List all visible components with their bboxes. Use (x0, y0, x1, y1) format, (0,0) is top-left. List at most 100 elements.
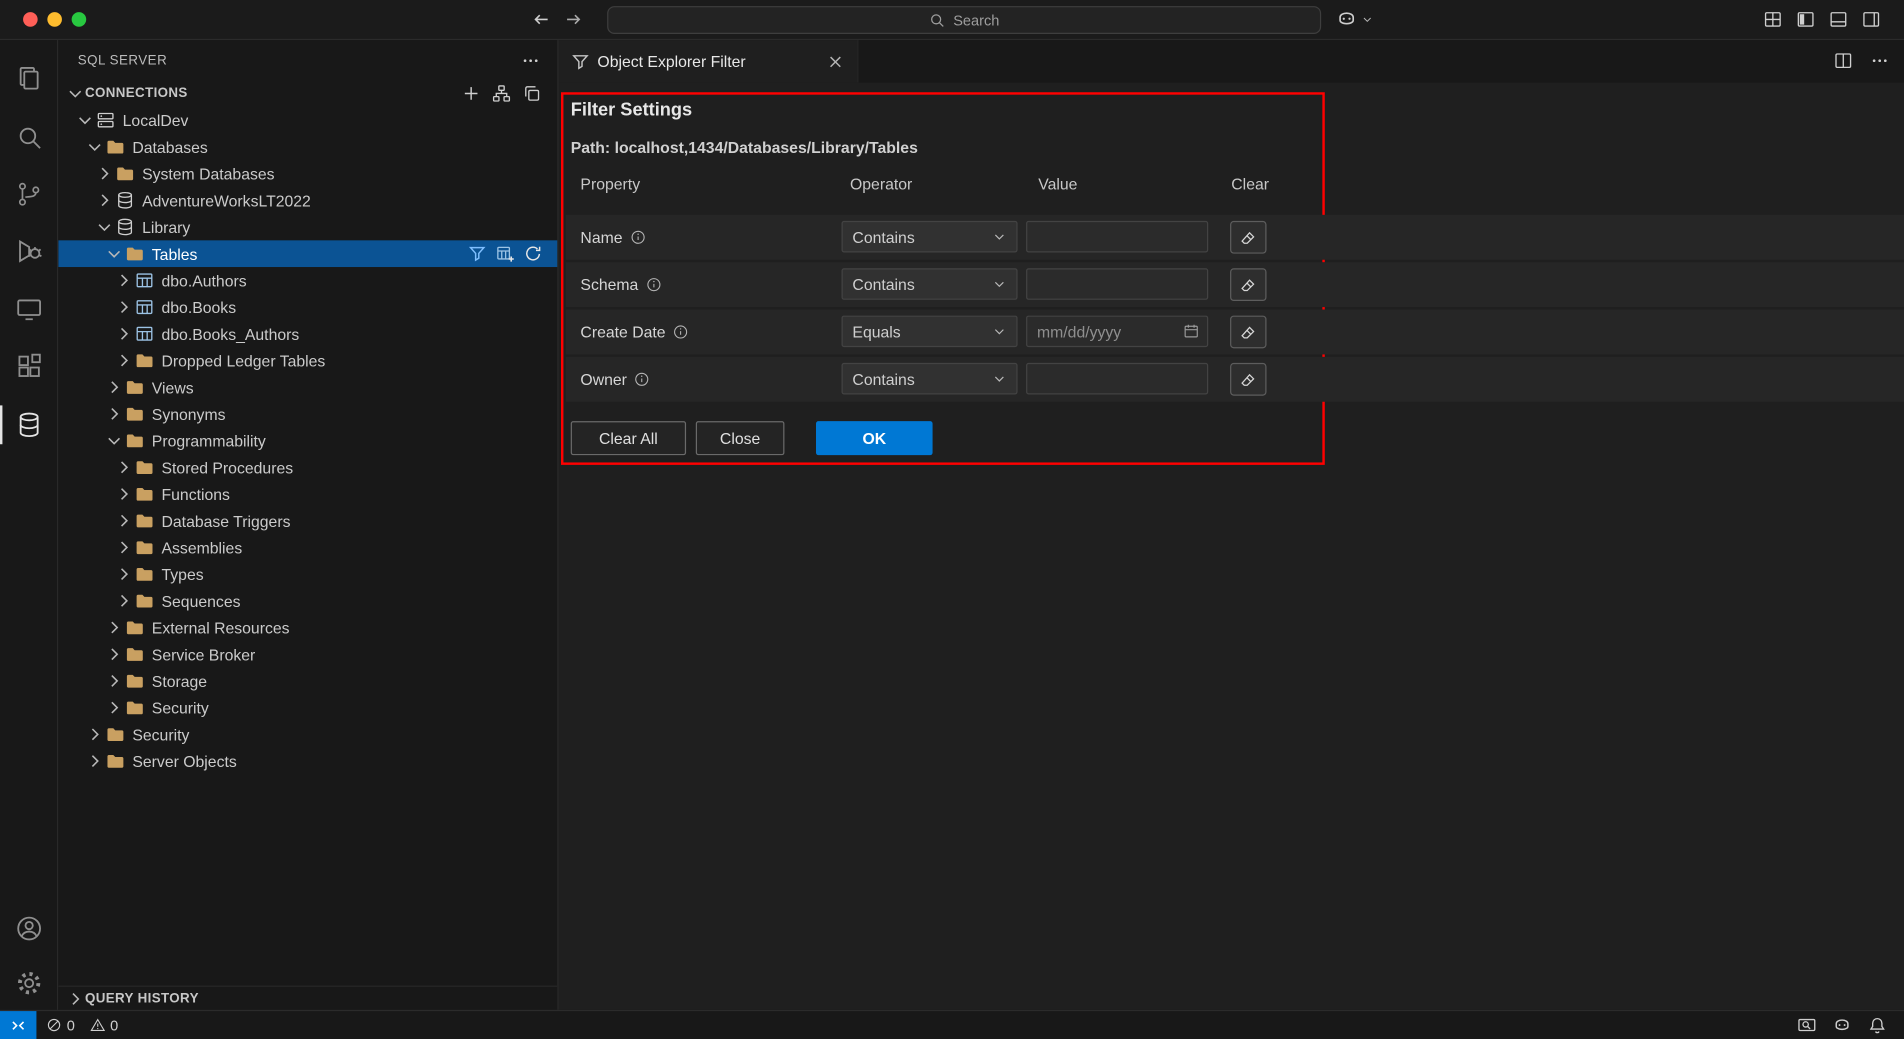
tree-item-storage[interactable]: Storage (58, 668, 557, 695)
tree-item-dropped-ledger-tables[interactable]: Dropped Ledger Tables (58, 347, 557, 374)
chevron-right-icon (114, 591, 133, 610)
tree-item-label: Stored Procedures (162, 458, 294, 476)
bell-icon[interactable] (1868, 1015, 1887, 1034)
tree-item-stored-procedures[interactable]: Stored Procedures (58, 454, 557, 481)
operator-select[interactable]: Contains (842, 221, 1018, 253)
tree-item-external-resources[interactable]: External Resources (58, 614, 557, 641)
activity-item-run-debug[interactable] (0, 227, 58, 276)
tree-item-label: Functions (162, 485, 230, 503)
split-editor-icon[interactable] (1834, 51, 1853, 70)
clear-row-button[interactable] (1230, 221, 1266, 254)
panel-left-icon[interactable] (1796, 10, 1815, 29)
close-window-button[interactable] (23, 12, 38, 27)
activity-item-sql-server[interactable] (0, 401, 58, 450)
tree-item-security[interactable]: Security (58, 694, 557, 721)
operator-select[interactable]: Contains (842, 268, 1018, 300)
value-input[interactable] (1026, 363, 1208, 395)
activity-item-explorer[interactable] (0, 55, 58, 104)
activity-item-remote-explorer[interactable] (0, 285, 58, 334)
info-icon[interactable] (673, 324, 689, 340)
remote-indicator[interactable] (0, 1011, 36, 1039)
tree-item-adventureworkslt2022[interactable]: AdventureWorksLT2022 (58, 187, 557, 214)
column-value: Value (1038, 175, 1077, 193)
tree-item-localdev[interactable]: LocalDev (58, 107, 557, 134)
panel-bottom-icon[interactable] (1829, 10, 1848, 29)
copilot-icon[interactable] (1832, 1015, 1851, 1034)
operator-select[interactable]: Contains (842, 363, 1018, 395)
tree-item-views[interactable]: Views (58, 374, 557, 401)
tree-item-server-objects[interactable]: Server Objects (58, 748, 557, 775)
tree-item-library[interactable]: Library (58, 214, 557, 241)
close-button[interactable]: Close (696, 421, 785, 455)
tab-object-explorer-filter[interactable]: Object Explorer Filter (559, 40, 859, 82)
folder-icon (135, 458, 154, 477)
problems-indicator[interactable]: 0 0 (46, 1017, 118, 1034)
tree-item-synonyms[interactable]: Synonyms (58, 401, 557, 428)
copilot-icon (1336, 8, 1358, 30)
tree-item-database-triggers[interactable]: Database Triggers (58, 507, 557, 534)
search-input[interactable]: Search (607, 6, 1321, 34)
tree-item-sequences[interactable]: Sequences (58, 587, 557, 614)
activity-item-search[interactable] (0, 113, 58, 162)
column-property: Property (580, 175, 640, 193)
tree-item-databases[interactable]: Databases (58, 134, 557, 161)
forward-icon[interactable] (563, 10, 582, 29)
customize-layout-icon[interactable] (1763, 10, 1782, 29)
connection-groups-icon[interactable] (492, 84, 511, 103)
connections-section-header[interactable]: CONNECTIONS (58, 80, 557, 107)
activity-item-accounts[interactable] (0, 904, 58, 953)
new-table-icon[interactable] (495, 244, 514, 263)
tree-item-service-broker[interactable]: Service Broker (58, 641, 557, 668)
tree-item-assemblies[interactable]: Assemblies (58, 534, 557, 561)
tree-item-label: Server Objects (132, 752, 236, 770)
folder-icon (125, 698, 144, 717)
minimize-window-button[interactable] (47, 12, 62, 27)
tree-item-programmability[interactable]: Programmability (58, 427, 557, 454)
operator-select[interactable]: Equals (842, 316, 1018, 348)
tree-item-label: System Databases (142, 164, 274, 182)
clear-all-button[interactable]: Clear All (571, 421, 686, 455)
tree-item-tables[interactable]: Tables (58, 240, 557, 267)
info-icon[interactable] (630, 229, 646, 245)
new-connection-group-icon[interactable] (522, 84, 541, 103)
value-input[interactable] (1026, 221, 1208, 253)
copilot-menu[interactable] (1336, 8, 1374, 30)
clear-row-button[interactable] (1230, 268, 1266, 301)
tree-item-system-databases[interactable]: System Databases (58, 160, 557, 187)
activity-item-source-control[interactable] (0, 170, 58, 219)
clear-row-button[interactable] (1230, 363, 1266, 396)
tree-item-label: Database Triggers (162, 512, 291, 530)
tree-item-dbo-authors[interactable]: dbo.Authors (58, 267, 557, 294)
more-actions-icon[interactable] (521, 50, 540, 69)
panel-right-icon[interactable] (1862, 10, 1881, 29)
tree-item-label: dbo.Books_Authors (162, 325, 300, 343)
activity-item-extensions[interactable] (0, 342, 58, 391)
filter-icon[interactable] (468, 244, 487, 263)
tree-item-types[interactable]: Types (58, 561, 557, 588)
tree-item-dbo-books-authors[interactable]: dbo.Books_Authors (58, 320, 557, 347)
screen-zoom-icon[interactable] (1797, 1015, 1816, 1034)
panel-title: Filter Settings (571, 100, 692, 121)
value-date-input[interactable]: mm/dd/yyyy (1026, 316, 1208, 348)
connections-tree: LocalDevDatabases System Databases Adventu… (58, 107, 557, 775)
column-clear: Clear (1231, 175, 1269, 193)
clear-row-button[interactable] (1230, 316, 1266, 349)
tree-item-security[interactable]: Security (58, 721, 557, 748)
zoom-window-button[interactable] (72, 12, 87, 27)
ok-button[interactable]: OK (816, 421, 933, 455)
tree-item-functions[interactable]: Functions (58, 481, 557, 508)
value-input[interactable] (1026, 268, 1208, 300)
editor-more-actions-icon[interactable] (1870, 51, 1889, 70)
query-history-section-header[interactable]: QUERY HISTORY (58, 986, 557, 1010)
operator-value: Contains (852, 275, 992, 293)
activity-item-settings[interactable] (0, 959, 58, 1008)
tree-item-dbo-books[interactable]: dbo.Books (58, 294, 557, 321)
add-connection-icon[interactable] (461, 84, 480, 103)
info-icon[interactable] (646, 277, 662, 293)
calendar-icon[interactable] (1183, 323, 1200, 340)
back-icon[interactable] (532, 10, 551, 29)
refresh-icon[interactable] (523, 244, 542, 263)
info-icon[interactable] (634, 371, 650, 387)
tree-item-label: Synonyms (152, 405, 226, 423)
close-tab-icon[interactable] (826, 52, 845, 71)
